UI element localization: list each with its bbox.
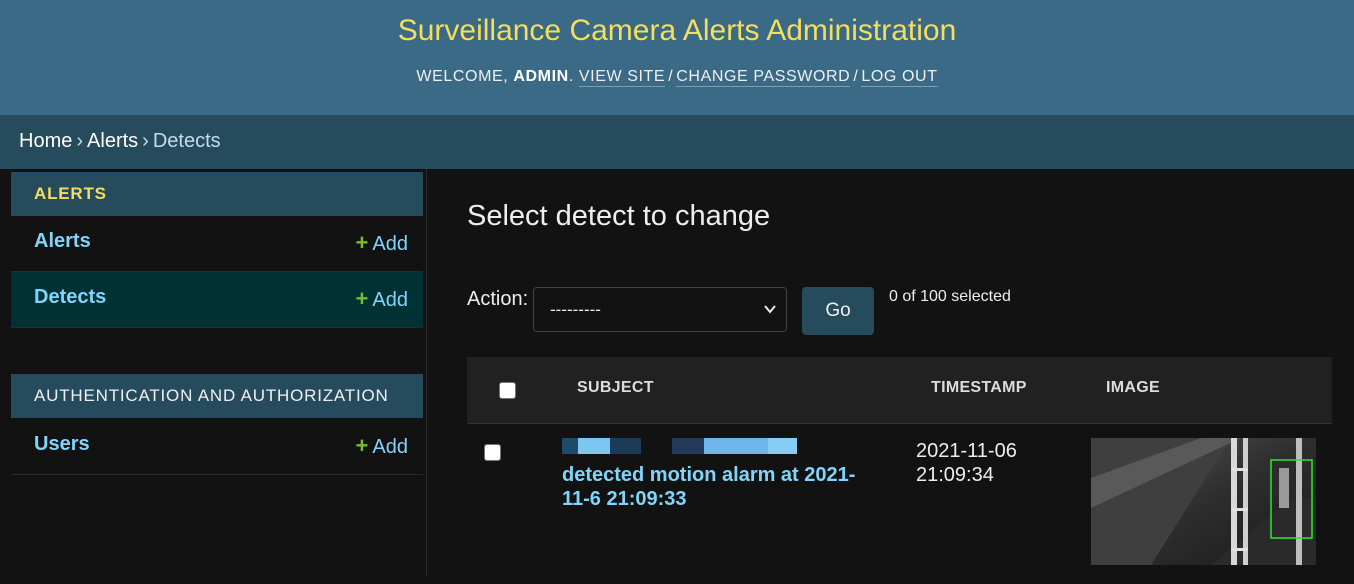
- subject-link[interactable]: detected motion alarm at 2021-11-6 21:09…: [562, 463, 872, 511]
- table-header: Subject Timestamp Image: [467, 357, 1332, 424]
- site-header: Surveillance Camera Alerts Administratio…: [0, 0, 1354, 115]
- user-tools: Welcome, admin. View site / Change passwor…: [416, 68, 938, 87]
- sidebar-item-users: Users + Add: [11, 419, 423, 475]
- breadcrumb-separator: ›: [76, 130, 84, 152]
- model-link-detects[interactable]: Detects: [34, 286, 106, 309]
- add-label: Add: [372, 289, 408, 311]
- chevron-down-icon: [764, 305, 776, 314]
- breadcrumb-home[interactable]: Home: [19, 130, 72, 152]
- log-out-link[interactable]: Log out: [861, 68, 938, 87]
- module-caption-alerts[interactable]: Alerts: [11, 172, 423, 216]
- add-label: Add: [372, 233, 408, 255]
- add-detect-button[interactable]: + Add: [356, 286, 408, 312]
- table-row: detected motion alarm at 2021-11-6 21:09…: [467, 424, 1332, 584]
- plus-icon: +: [355, 230, 369, 255]
- main-content: Select detect to change Action: --------…: [467, 169, 1332, 577]
- camera-image-icon: [1091, 438, 1316, 565]
- plus-icon: +: [355, 286, 369, 311]
- change-password-link[interactable]: Change password: [676, 68, 851, 87]
- breadcrumb-alerts[interactable]: Alerts: [87, 130, 138, 152]
- column-header-image[interactable]: Image: [1106, 379, 1160, 397]
- plus-icon: +: [355, 433, 369, 458]
- sidebar-item-alerts: Alerts + Add: [11, 216, 423, 272]
- column-header-subject[interactable]: Subject: [577, 379, 654, 397]
- breadcrumb-current: Detects: [152, 130, 221, 152]
- view-site-link[interactable]: View site: [578, 68, 666, 87]
- model-link-alerts[interactable]: Alerts: [34, 230, 91, 253]
- add-label: Add: [372, 436, 408, 458]
- add-alert-button[interactable]: + Add: [356, 230, 408, 256]
- model-link-users[interactable]: Users: [34, 433, 90, 456]
- camera-snapshot-thumbnail[interactable]: [1091, 438, 1316, 565]
- action-select[interactable]: ---------: [533, 287, 787, 332]
- go-button[interactable]: Go: [802, 287, 874, 335]
- welcome-text: Welcome,: [416, 68, 509, 85]
- action-label: Action:: [467, 288, 529, 310]
- timestamp-cell: 2021-11-06 21:09:34: [916, 440, 1017, 486]
- breadcrumb-separator: ›: [142, 130, 149, 152]
- add-user-button[interactable]: + Add: [356, 433, 408, 459]
- sidebar-nav: Alerts Alerts + Add Detects + Add Authenti…: [0, 169, 427, 577]
- select-all-checkbox[interactable]: [499, 382, 516, 399]
- sidebar-item-detects: Detects + Add: [11, 272, 423, 328]
- selected-count: 0 of 100 selected: [889, 288, 1011, 305]
- module-caption-auth[interactable]: Authentication and Authorization: [11, 374, 423, 418]
- username: admin: [513, 68, 569, 85]
- breadcrumb: Home › Alerts › Detects: [0, 115, 1354, 169]
- site-title[interactable]: Surveillance Camera Alerts Administratio…: [0, 14, 1354, 48]
- row-checkbox[interactable]: [484, 444, 501, 461]
- action-selected-value: ---------: [550, 300, 601, 319]
- column-header-timestamp[interactable]: Timestamp: [931, 379, 1027, 397]
- page-title: Select detect to change: [467, 200, 771, 232]
